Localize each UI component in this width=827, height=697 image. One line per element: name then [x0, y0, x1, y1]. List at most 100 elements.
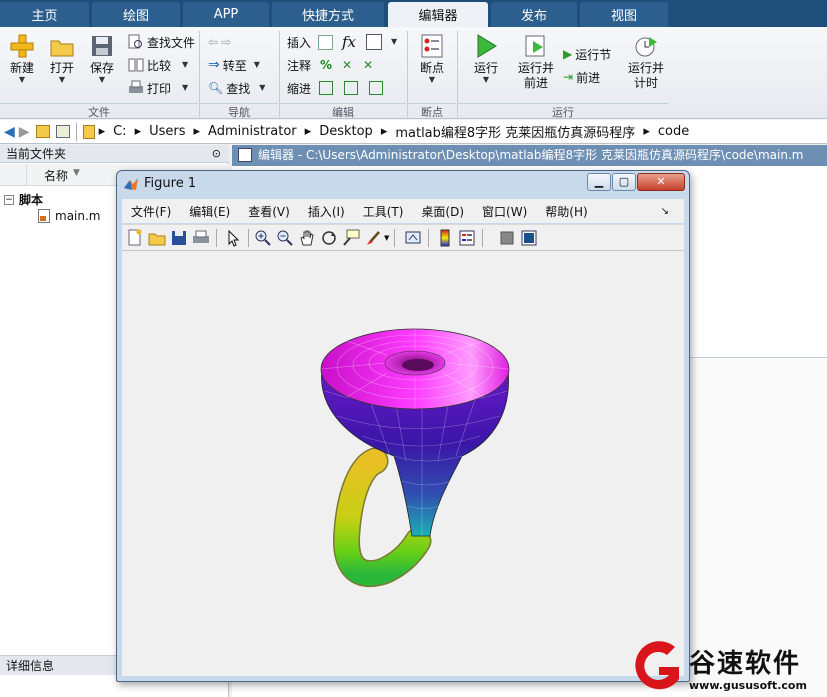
breakpoints-button[interactable]: 断点 ▼ [414, 33, 450, 84]
tab-shortcuts[interactable]: 快捷方式 [272, 2, 384, 27]
pan-hand-icon[interactable] [298, 229, 316, 247]
print-figure-icon[interactable] [192, 229, 210, 247]
tab-view[interactable]: 视图 [580, 2, 668, 27]
open-button[interactable]: 打开 ▼ [46, 33, 78, 84]
edit-plot-cursor-icon[interactable] [224, 229, 242, 247]
legend-icon[interactable] [458, 229, 476, 247]
menu-desktop[interactable]: 桌面(D) [421, 203, 464, 220]
tab-label: 视图 [610, 9, 637, 24]
run-section-button[interactable]: ▶ 运行节 [563, 44, 611, 64]
comment-button[interactable]: 注释 % [287, 55, 332, 75]
browse-folder-icon[interactable] [55, 125, 70, 138]
link-plot-icon[interactable] [404, 229, 422, 247]
goto-button[interactable]: ⇒ 转至 ▼ [208, 55, 260, 75]
menu-window[interactable]: 窗口(W) [482, 203, 527, 220]
insert-button[interactable]: 插入 [287, 32, 334, 52]
goto-label: 转至 [222, 58, 247, 73]
breadcrumb-administrator[interactable]: Administrator [208, 124, 297, 139]
figure-title-bar[interactable]: Figure 1 ▁ ▢ ✕ [117, 171, 689, 197]
save-button[interactable]: 保存 ▼ [86, 33, 118, 84]
edit-more-button[interactable]: ▼ [366, 32, 397, 52]
new-figure-icon[interactable] [126, 229, 144, 247]
current-folder-title: 当前文件夹 [6, 147, 67, 161]
tab-home[interactable]: 主页 [0, 2, 89, 27]
save-figure-icon[interactable] [170, 229, 188, 247]
tab-label: APP [213, 7, 239, 22]
find-label: 查找 [226, 81, 251, 96]
tab-plots[interactable]: 绘图 [92, 2, 180, 27]
open-file-icon[interactable] [148, 229, 166, 247]
hide-plot-tools-icon[interactable] [498, 229, 516, 247]
magnifier-icon: 🔍︎ [208, 81, 224, 95]
find-button[interactable]: 🔍︎ 查找 ▼ [208, 78, 265, 98]
uncomment-buttons[interactable]: ✕ ✕ [342, 55, 373, 75]
back-arrow-icon[interactable]: ◀ [4, 124, 15, 140]
dock-arrow-icon[interactable]: ↘ [661, 206, 669, 217]
save-label: 保存 [89, 61, 114, 75]
menu-insert[interactable]: 插入(I) [308, 203, 345, 220]
run-and-advance-icon [525, 35, 545, 57]
breadcrumb-drive[interactable]: C: [113, 124, 126, 139]
breadcrumb-code[interactable]: code [658, 124, 689, 139]
run-button[interactable]: 运行 ▼ [470, 33, 502, 84]
forward-arrow-icon[interactable]: ▶ [19, 124, 30, 140]
close-button[interactable]: ✕ [637, 173, 685, 191]
data-cursor-icon[interactable] [342, 229, 360, 247]
tab-label: 绘图 [122, 9, 149, 24]
run-and-time-label: 运行并 计时 [628, 61, 664, 91]
uncomment-icon: ✕ [342, 58, 353, 72]
dropdown-arrow-icon: ▼ [259, 83, 266, 92]
menu-file[interactable]: 文件(F) [131, 203, 171, 220]
find-files-icon [128, 34, 142, 49]
brush-icon[interactable] [364, 229, 382, 247]
editor-code-area[interactable] [690, 168, 827, 358]
nav-group-label: 导航 [200, 103, 278, 119]
list-item-file[interactable]: main.m [38, 209, 101, 223]
panel-actions-icon[interactable]: ⊙ [212, 145, 221, 163]
show-plot-tools-icon[interactable] [520, 229, 538, 247]
menu-view[interactable]: 查看(V) [248, 203, 290, 220]
colorbar-icon[interactable] [436, 229, 454, 247]
file-group-label: 文件 [0, 103, 198, 119]
increase-indent-icon [344, 81, 359, 95]
tab-app[interactable]: APP [183, 2, 269, 27]
breakpoints-label: 断点 [419, 61, 444, 75]
tab-editor[interactable]: 编辑器 [388, 2, 488, 27]
menu-tools[interactable]: 工具(T) [363, 203, 404, 220]
menu-edit[interactable]: 编辑(E) [189, 203, 230, 220]
list-item-folder[interactable]: − 脚本 [4, 191, 43, 208]
minimize-button[interactable]: ▁ [587, 173, 611, 191]
insert-label: 插入 [287, 35, 312, 50]
breadcrumb-project[interactable]: matlab编程8字形 克莱因瓶仿真源码程序 [395, 122, 635, 141]
figure-canvas[interactable] [122, 251, 684, 676]
compare-icon [128, 58, 144, 72]
collapse-minus-icon[interactable]: − [4, 194, 14, 205]
menu-help[interactable]: 帮助(H) [545, 203, 587, 220]
print-button[interactable]: 打印 ▼ [128, 78, 188, 98]
brush-dropdown-icon[interactable]: ▼ [384, 234, 389, 242]
maximize-button[interactable]: ▢ [612, 173, 636, 191]
open-label: 打开 [49, 61, 74, 75]
name-column-header[interactable]: 名称 [44, 167, 68, 184]
back-forward-buttons[interactable]: ⇦ ⇨ [208, 32, 231, 52]
compare-button[interactable]: 比较 ▼ [128, 55, 188, 75]
breadcrumb-arrow-icon: ▸ [643, 124, 650, 139]
zoom-in-icon[interactable] [254, 229, 272, 247]
run-and-advance-button[interactable]: 运行并 前进 [514, 33, 558, 91]
find-files-button[interactable]: 查找文件 [128, 32, 195, 52]
tab-publish[interactable]: 发布 [491, 2, 577, 27]
advance-button[interactable]: ⇥ 前进 [563, 67, 600, 87]
breadcrumb-desktop[interactable]: Desktop [319, 124, 373, 139]
new-button[interactable]: 新建 ▼ [6, 33, 38, 84]
up-folder-icon[interactable] [35, 125, 50, 138]
folder-name: 脚本 [19, 193, 44, 207]
zoom-out-icon[interactable] [276, 229, 294, 247]
indent-button[interactable]: 缩进 [287, 78, 384, 98]
rotate-3d-icon[interactable] [320, 229, 338, 247]
breadcrumb-users[interactable]: Users [149, 124, 185, 139]
run-and-time-button[interactable]: 运行并 计时 [624, 33, 668, 91]
insert-function-button[interactable]: fx [342, 32, 356, 52]
klein-bottle-surface-plot [320, 328, 510, 588]
plus-icon [10, 34, 34, 58]
toolbar-separator [394, 229, 395, 247]
